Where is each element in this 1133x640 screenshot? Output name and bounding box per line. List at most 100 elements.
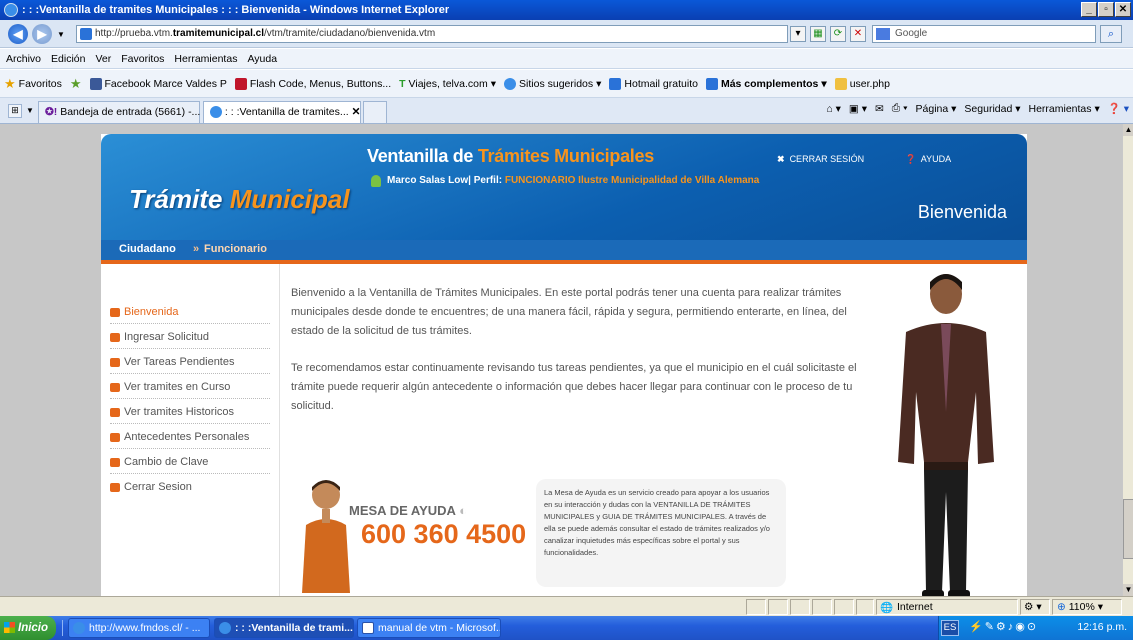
fav-facebook[interactable]: Facebook Marce Valdes P — [89, 77, 227, 90]
fav-mas-complementos[interactable]: Más complementos ▾ — [705, 77, 827, 90]
back-button[interactable]: ◀ — [8, 24, 28, 44]
sidebar-item-tramites-historicos[interactable]: Ver tramites Historicos — [110, 402, 270, 424]
address-dropdown-icon[interactable]: ▾ — [790, 26, 806, 42]
zoom-icon: ⊕ — [1057, 601, 1066, 613]
sidebar-item-cambio-clave[interactable]: Cambio de Clave — [110, 452, 270, 474]
zoom-control[interactable]: ⊕ 110% ▾ — [1052, 599, 1122, 615]
stop-icon[interactable]: ✕ — [850, 26, 866, 42]
site-logo[interactable]: Trámite Municipal — [129, 184, 350, 215]
refresh-icon[interactable]: ⟳ — [830, 26, 846, 42]
person-image — [898, 274, 994, 596]
close-tab-icon[interactable]: ✕ — [352, 106, 361, 118]
history-dropdown-icon[interactable]: ▼ — [57, 30, 65, 39]
advice-paragraph: Te recomendamos estar continuamente revi… — [291, 362, 857, 412]
fav-hotmail[interactable]: Hotmail gratuito — [609, 77, 698, 90]
page-icon — [609, 77, 622, 90]
bullet-icon — [110, 458, 120, 467]
favorites-button[interactable]: ★ Favoritos — [4, 76, 62, 92]
tab-bandeja[interactable]: ✪! Bandeja de entrada (5661) -... — [38, 101, 200, 123]
menu-edicion[interactable]: Edición — [51, 53, 85, 65]
tab-ventanilla[interactable]: : : :Ventanilla de tramites... ✕ — [203, 101, 361, 123]
protected-mode-icon[interactable]: ⚙ ▾ — [1020, 599, 1050, 615]
security-zone[interactable]: 🌐 Internet — [876, 599, 1018, 615]
search-icon[interactable]: ⌕ — [1100, 25, 1122, 43]
maximize-button[interactable]: ▫ — [1098, 2, 1114, 17]
helpdesk-banner: MESA DE AYUDA ◐ 600 360 4500 La Mesa de … — [291, 469, 787, 596]
menu-herramientas[interactable]: Herramientas — [174, 53, 237, 65]
quick-tabs-icon[interactable]: ⊞ — [8, 104, 22, 118]
fav-user-php[interactable]: user.php — [834, 77, 890, 90]
status-cell — [746, 599, 766, 615]
user-icon — [371, 175, 381, 187]
menu-ayuda[interactable]: Ayuda — [247, 53, 277, 65]
ie-icon — [73, 622, 85, 634]
scroll-up-icon[interactable]: ▲ — [1123, 124, 1133, 136]
print-icon[interactable]: ⎙ ▾ — [892, 102, 908, 115]
sidebar-item-tareas-pendientes[interactable]: Ver Tareas Pendientes — [110, 352, 270, 374]
logout-link[interactable]: ✖ CERRAR SESIÓN — [777, 154, 864, 165]
fav-flash-code[interactable]: Flash Code, Menus, Buttons... — [234, 77, 391, 90]
sidebar-item-tramites-curso[interactable]: Ver tramites en Curso — [110, 377, 270, 399]
window-title: : : :Ventanilla de tramites Municipales … — [22, 4, 450, 16]
page-heading: Bienvenida — [917, 202, 1007, 222]
star-icon: ★ — [4, 75, 16, 91]
sidebar: Bienvenida Ingresar Solicitud Ver Tareas… — [101, 264, 279, 596]
status-bar: 🌐 Internet ⚙ ▾ ⊕ 110% ▾ — [0, 596, 1133, 616]
tools-menu[interactable]: Herramientas ▾ — [1029, 103, 1100, 115]
window-title-bar: : : :Ventanilla de tramites Municipales … — [0, 0, 1133, 20]
bullet-icon — [110, 483, 120, 492]
site-title: Ventanilla de Trámites Municipales — [367, 146, 654, 166]
security-menu[interactable]: Seguridad ▾ — [964, 103, 1020, 115]
feeds-icon[interactable]: ▣ ▾ — [849, 103, 867, 115]
subnav-funcionario[interactable]: Funcionario — [204, 243, 267, 255]
sidebar-item-bienvenida[interactable]: Bienvenida — [110, 302, 270, 324]
close-window-button[interactable]: ✕ — [1115, 2, 1131, 17]
address-field[interactable]: http://prueba.vtm.tramitemunicipal.cl/vt… — [76, 25, 788, 43]
site-container: Trámite Municipal Ventanilla de Trámites… — [101, 134, 1027, 596]
tray-icons[interactable]: ⚡✎⚙♪◉⊙ — [969, 620, 1038, 633]
new-tab-button[interactable] — [363, 101, 387, 123]
help-link[interactable]: ❓ AYUDA — [905, 154, 951, 165]
bullet-icon — [110, 383, 120, 392]
helpdesk-label: MESA DE AYUDA ◐ — [349, 503, 467, 518]
user-info: Marco Salas Low| Perfil: FUNCIONARIO Ilu… — [387, 175, 760, 186]
taskbar-item-word[interactable]: manual de vtm - Microsof... — [357, 618, 501, 638]
menu-ver[interactable]: Ver — [95, 53, 111, 65]
home-icon[interactable]: ⌂ ▾ — [826, 103, 841, 115]
start-button[interactable]: Inicio — [0, 616, 56, 640]
vertical-scrollbar[interactable]: ▲ ▼ — [1122, 124, 1133, 596]
search-input[interactable]: Google — [872, 25, 1096, 43]
flash-icon — [234, 77, 247, 90]
sidebar-item-ingresar-solicitud[interactable]: Ingresar Solicitud — [110, 327, 270, 349]
page-icon — [80, 28, 92, 40]
google-icon — [876, 28, 890, 40]
menu-archivo[interactable]: Archivo — [6, 53, 41, 65]
fav-sitios-sugeridos[interactable]: Sitios sugeridos ▾ — [504, 77, 601, 90]
help-icon[interactable]: ❓ ▾ — [1108, 102, 1129, 115]
telva-icon: T — [399, 77, 406, 90]
ie-icon — [4, 3, 18, 17]
sidebar-item-antecedentes[interactable]: Antecedentes Personales — [110, 427, 270, 449]
scroll-thumb[interactable] — [1123, 499, 1133, 559]
scroll-down-icon[interactable]: ▼ — [1123, 584, 1133, 596]
compat-view-icon[interactable]: ▦ — [810, 26, 826, 42]
menu-favoritos[interactable]: Favoritos — [121, 53, 164, 65]
add-favorite-icon[interactable]: ★ — [70, 76, 82, 92]
language-indicator[interactable]: ES — [941, 620, 959, 636]
menu-bar: Archivo Edición Ver Favoritos Herramient… — [0, 49, 1133, 69]
page-menu[interactable]: Página ▾ — [916, 103, 957, 115]
subnav-ciudadano[interactable]: Ciudadano — [119, 243, 176, 255]
sidebar-item-cerrar-sesion[interactable]: Cerrar Sesion — [110, 477, 270, 499]
user-php-icon — [834, 77, 847, 90]
minimize-button[interactable]: _ — [1081, 2, 1097, 17]
bullet-icon — [110, 433, 120, 442]
sub-navigation: Ciudadano » Funcionario — [101, 240, 1027, 260]
tab-list-dropdown-icon[interactable]: ▼ — [26, 106, 34, 115]
taskbar-item-ventanilla[interactable]: : : :Ventanilla de trami... — [214, 618, 354, 638]
taskbar: Inicio http://www.fmdos.cl/ - ... : : :V… — [0, 616, 1133, 640]
mail-icon[interactable]: ✉ — [875, 103, 884, 115]
forward-button[interactable]: ▶ — [32, 24, 52, 44]
divider — [279, 264, 280, 596]
taskbar-item-fmdos[interactable]: http://www.fmdos.cl/ - ... — [68, 618, 210, 638]
fav-viajes[interactable]: T Viajes, telva.com ▾ — [399, 78, 496, 90]
